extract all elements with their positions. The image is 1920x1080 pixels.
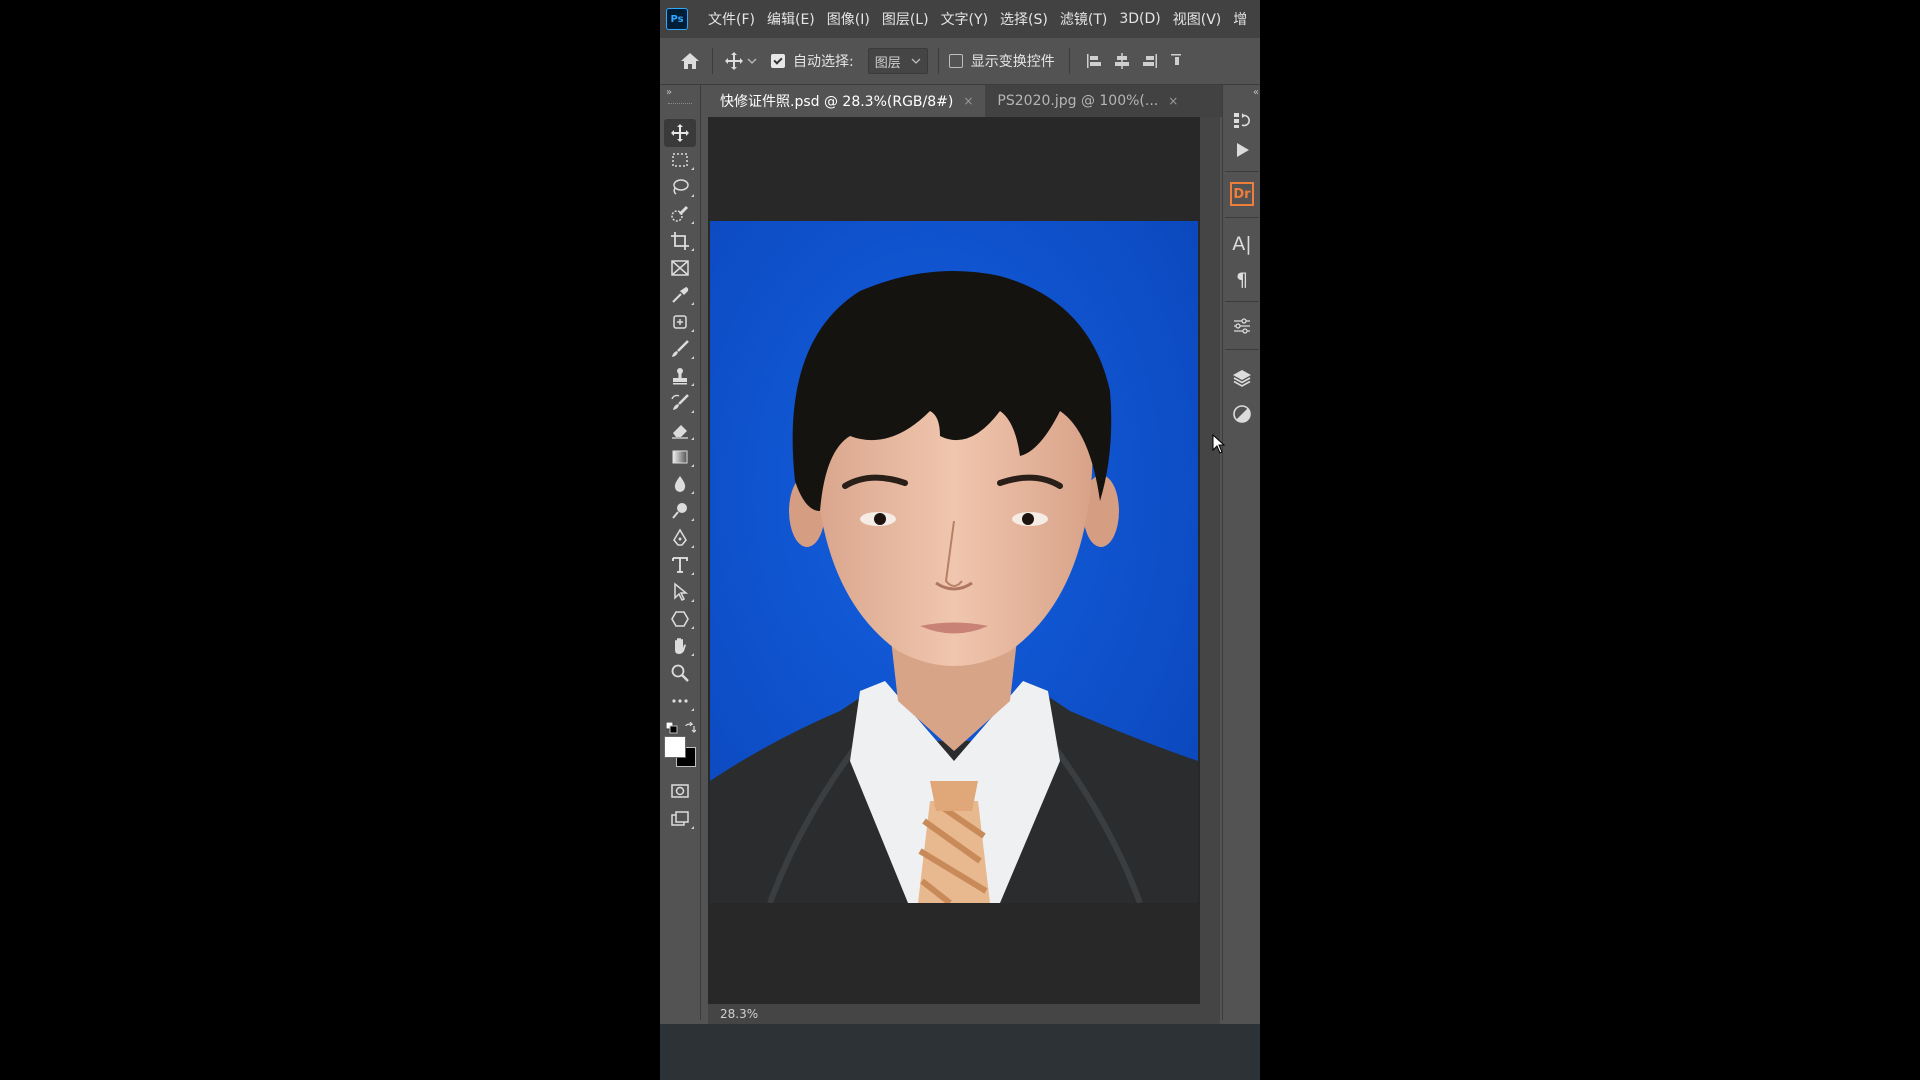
mouse-cursor-icon <box>1212 433 1226 454</box>
align-center-icon[interactable] <box>1108 52 1136 70</box>
eyedropper-tool-icon[interactable] <box>664 281 696 309</box>
menu-filter[interactable]: 滤镜(T) <box>1054 9 1113 29</box>
marquee-tool-icon[interactable] <box>664 146 696 174</box>
home-icon[interactable] <box>678 51 702 71</box>
actions-play-icon[interactable] <box>1227 135 1257 165</box>
brush-tool-icon[interactable] <box>664 335 696 363</box>
dock-separator <box>1225 349 1259 350</box>
menu-plugins[interactable]: 增 <box>1227 9 1253 29</box>
tab-label: 快修证件照.psd @ 28.3%(RGB/8#) <box>720 94 954 110</box>
show-transform-checkbox[interactable] <box>948 54 963 68</box>
dock-separator <box>1225 217 1259 218</box>
gradient-tool-icon[interactable] <box>664 443 696 471</box>
taskbar-strip <box>660 1024 1260 1080</box>
chevron-down-icon[interactable] <box>745 57 759 65</box>
tab-document-2[interactable]: PS2020.jpg @ 100%(... × <box>985 85 1190 117</box>
auto-select-label: 自动选择: <box>793 54 854 70</box>
clone-stamp-tool-icon[interactable] <box>664 362 696 390</box>
swap-colors-icon[interactable] <box>684 719 697 733</box>
more-tools-icon[interactable] <box>664 687 696 715</box>
eraser-tool-icon[interactable] <box>664 416 696 444</box>
frame-tool-icon[interactable] <box>664 254 696 282</box>
history-panel-icon[interactable] <box>1227 105 1257 135</box>
show-transform-label: 显示变换控件 <box>970 54 1055 70</box>
lasso-tool-icon[interactable] <box>664 173 696 201</box>
canvas-vertical-scrollbar[interactable] <box>1200 117 1220 1004</box>
foreground-color-swatch[interactable] <box>664 736 686 758</box>
quick-selection-tool-icon[interactable] <box>664 200 696 228</box>
default-colors-icon[interactable] <box>665 719 678 734</box>
document-canvas[interactable] <box>708 117 1200 1004</box>
dock-separator <box>1225 301 1259 302</box>
collapse-right-panel-icon[interactable]: « <box>1253 87 1259 98</box>
move-tool-icon[interactable] <box>664 119 696 147</box>
tools-panel: » <box>660 85 701 1020</box>
character-panel-icon[interactable]: A| <box>1227 229 1257 259</box>
shape-tool-icon[interactable] <box>664 605 696 633</box>
close-icon[interactable]: × <box>963 94 973 108</box>
pen-tool-icon[interactable] <box>664 524 696 552</box>
spot-healing-tool-icon[interactable] <box>664 308 696 336</box>
menu-select[interactable]: 选择(S) <box>994 9 1054 29</box>
quick-mask-icon[interactable] <box>664 777 696 805</box>
menu-type[interactable]: 文字(Y) <box>935 9 994 29</box>
bridge-dr-icon[interactable]: Dr <box>1227 179 1257 209</box>
id-photo-image[interactable] <box>710 221 1198 903</box>
options-separator <box>712 48 713 74</box>
right-panel-dock: « Dr A| ¶ <box>1222 85 1260 1020</box>
crop-tool-icon[interactable] <box>664 227 696 255</box>
auto-select-target-dropdown[interactable]: 图层 <box>867 48 928 74</box>
menu-edit[interactable]: 编辑(E) <box>761 9 821 29</box>
align-right-icon[interactable] <box>1136 52 1164 70</box>
type-tool-icon[interactable] <box>664 551 696 579</box>
dr-label: Dr <box>1230 182 1254 206</box>
menu-view[interactable]: 视图(V) <box>1167 9 1228 29</box>
auto-select-checkbox[interactable] <box>771 54 785 68</box>
dodge-tool-icon[interactable] <box>664 497 696 525</box>
close-icon[interactable]: × <box>1168 94 1178 108</box>
menu-file[interactable]: 文件(F) <box>702 9 761 29</box>
menu-layer[interactable]: 图层(L) <box>876 9 935 29</box>
options-bar: 自动选择: 图层 显示变换控件 <box>660 38 1260 85</box>
properties-panel-icon[interactable] <box>1227 311 1257 341</box>
chevron-down-icon <box>911 58 921 64</box>
layers-panel-icon[interactable] <box>1227 363 1257 393</box>
portrait-photo <box>710 221 1198 903</box>
photoshop-window: Ps 文件(F) 编辑(E) 图像(I) 图层(L) 文字(Y) 选择(S) 滤… <box>660 0 1260 1080</box>
move-tool-preset-icon[interactable] <box>723 51 745 71</box>
path-selection-tool-icon[interactable] <box>664 578 696 606</box>
screen-mode-icon[interactable] <box>664 805 696 833</box>
align-top-icon[interactable] <box>1164 52 1184 70</box>
status-bar: 28.3% <box>708 1004 1220 1024</box>
dock-separator <box>1225 171 1259 172</box>
blur-tool-icon[interactable] <box>664 470 696 498</box>
options-separator <box>1068 48 1070 74</box>
document-tabs: 快修证件照.psd @ 28.3%(RGB/8#) × PS2020.jpg @… <box>708 85 1260 117</box>
panel-grip[interactable] <box>668 103 692 106</box>
zoom-tool-icon[interactable] <box>664 659 696 687</box>
menu-image[interactable]: 图像(I) <box>821 9 876 29</box>
adjustments-panel-icon[interactable] <box>1227 399 1257 429</box>
zoom-level[interactable]: 28.3% <box>720 1007 758 1021</box>
align-left-icon[interactable] <box>1080 52 1108 70</box>
options-separator <box>937 48 939 74</box>
auto-select-target-value: 图层 <box>874 55 901 71</box>
photoshop-logo-icon: Ps <box>666 8 688 30</box>
hand-tool-icon[interactable] <box>664 632 696 660</box>
paragraph-panel-icon[interactable]: ¶ <box>1227 265 1257 295</box>
tab-document-1[interactable]: 快修证件照.psd @ 28.3%(RGB/8#) × <box>708 85 986 117</box>
history-brush-tool-icon[interactable] <box>664 389 696 417</box>
menu-3d[interactable]: 3D(D) <box>1113 11 1166 27</box>
menu-bar: Ps 文件(F) 编辑(E) 图像(I) 图层(L) 文字(Y) 选择(S) 滤… <box>660 0 1260 38</box>
tab-label: PS2020.jpg @ 100%(... <box>997 93 1159 109</box>
collapse-panel-icon[interactable]: » <box>666 87 672 98</box>
